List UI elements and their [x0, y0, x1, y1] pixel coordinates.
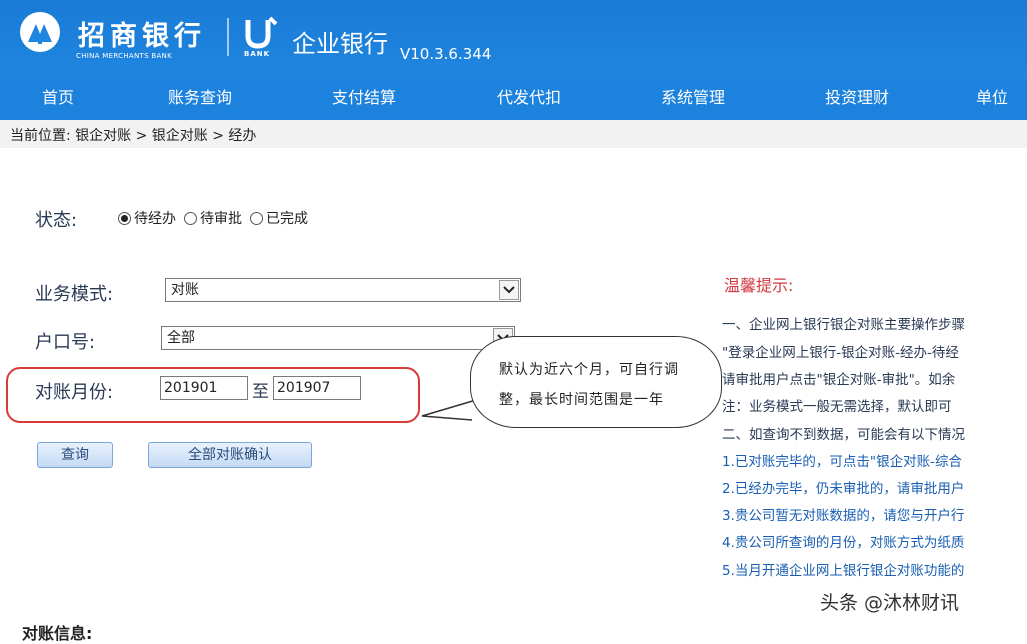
tip-line: "登录企业网上银行-银企对账-经办-待经	[722, 345, 959, 361]
watermark: 头条 @沐林财讯	[820, 592, 960, 614]
tip-line: 4.贵公司所查询的月份，对账方式为纸质	[722, 535, 965, 551]
radio-icon[interactable]	[184, 211, 197, 225]
app-header: 招商银行 CHINA MERCHANTS BANK BANK 企业银行 V10.…	[0, 0, 1027, 80]
breadcrumb-bar: 当前位置: 银企对账 > 银企对账 > 经办	[0, 120, 1027, 148]
business-mode-select[interactable]: 对账	[165, 278, 521, 302]
status-radio-group: 待经办 待审批 已完成	[118, 208, 316, 228]
radio-checked-icon[interactable]	[118, 211, 131, 225]
version-label: V10.3.6.344	[400, 45, 492, 63]
brand-u-icon	[242, 16, 278, 54]
nav-item-payroll[interactable]: 代发代扣	[497, 80, 561, 120]
business-mode-value: 对账	[171, 282, 199, 298]
status-option-label: 待审批	[200, 211, 242, 227]
breadcrumb: 当前位置: 银企对账 > 银企对账 > 经办	[10, 128, 257, 144]
nav-item-system[interactable]: 系统管理	[661, 80, 725, 120]
status-option-label: 待经办	[134, 211, 176, 227]
header-divider	[227, 18, 229, 56]
callout-text: 默认为近六个月，可自行调整，最长时间范围是一年	[499, 362, 679, 408]
radio-icon[interactable]	[250, 211, 263, 225]
tip-line: 请审批用户点击"银企对账-审批"。如余	[722, 372, 956, 388]
account-value: 全部	[167, 330, 195, 346]
tip-line: 1.已对账完毕的，可点击"银企对账-综合	[722, 454, 962, 470]
annotation-callout: 默认为近六个月，可自行调整，最长时间范围是一年	[470, 336, 722, 428]
tip-line: 5.当月开通企业网上银行银企对账功能的	[722, 563, 965, 579]
tips-panel: 一、企业网上银行银企对账主要操作步骤 "登录企业网上银行-银企对账-经办-待经 请审…	[722, 313, 1027, 593]
status-option-pending[interactable]: 待经办	[118, 208, 176, 228]
month-label: 对账月份:	[35, 382, 114, 403]
status-option-approval[interactable]: 待审批	[184, 208, 242, 228]
brand-bank-text: BANK	[244, 50, 271, 58]
tip-line: 3.贵公司暂无对账数据的，请您与开户行	[722, 508, 965, 524]
month-from-input[interactable]: 201901	[160, 376, 248, 400]
nav-item-account-query[interactable]: 账务查询	[168, 80, 232, 120]
chevron-down-icon[interactable]	[499, 280, 519, 300]
main-nav: 首页 账务查询 支付结算 代发代扣 系统管理 投资理财 单位	[0, 80, 1027, 120]
app-name: 企业银行	[292, 30, 388, 58]
cmb-logo-icon	[20, 12, 60, 52]
confirm-all-button[interactable]: 全部对账确认	[148, 442, 312, 468]
status-label: 状态:	[35, 210, 78, 231]
status-option-label: 已完成	[266, 211, 308, 227]
tip-line: 2.已经办完毕，仍未审批的，请审批用户	[722, 481, 965, 497]
status-option-done[interactable]: 已完成	[250, 208, 308, 228]
business-mode-label: 业务模式:	[35, 284, 114, 305]
bank-name: 招商银行	[78, 21, 206, 52]
nav-item-payment[interactable]: 支付结算	[332, 80, 396, 120]
reconciliation-info-label: 对账信息:	[22, 624, 93, 643]
account-select[interactable]: 全部	[161, 326, 515, 350]
tips-title: 温馨提示:	[724, 276, 794, 295]
account-label: 户口号:	[35, 332, 96, 353]
nav-item-home[interactable]: 首页	[42, 80, 74, 120]
month-to-input[interactable]: 201907	[273, 376, 361, 400]
tip-line: 一、企业网上银行银企对账主要操作步骤	[722, 317, 965, 333]
tip-line: 注：业务模式一般无需选择，默认即可	[722, 399, 952, 415]
nav-item-unit[interactable]: 单位	[976, 80, 1008, 120]
bank-name-en: CHINA MERCHANTS BANK	[76, 52, 172, 60]
tip-line: 二、如查询不到数据，可能会有以下情况	[722, 427, 965, 443]
nav-item-investment[interactable]: 投资理财	[825, 80, 889, 120]
query-button[interactable]: 查询	[37, 442, 113, 468]
month-range-separator: 至	[252, 382, 269, 402]
